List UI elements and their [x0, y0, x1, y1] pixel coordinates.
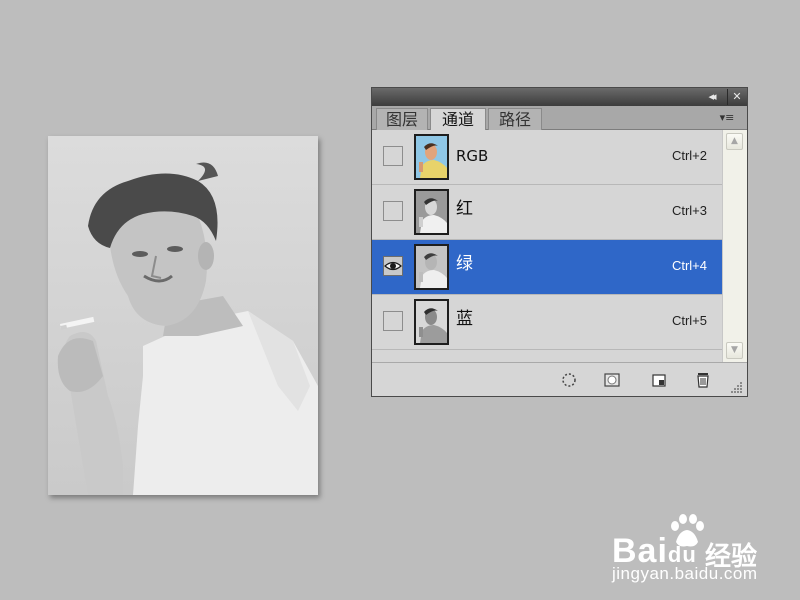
- resize-grip-icon[interactable]: [729, 380, 743, 394]
- tab-paths[interactable]: 路径: [488, 108, 542, 130]
- baidu-jingyan-watermark: Baidu 经验 jingyan.baidu.com: [612, 514, 792, 590]
- document-canvas-photo[interactable]: [48, 136, 318, 495]
- visibility-toggle-red[interactable]: [383, 201, 403, 221]
- channel-name: RGB: [456, 147, 489, 165]
- channel-shortcut: Ctrl+3: [671, 203, 707, 218]
- scroll-up-icon[interactable]: ▲: [726, 133, 743, 150]
- channel-name: 红: [456, 199, 473, 219]
- channels-panel: ◂◂ ✕ 图层 通道 路径 ▾≡ RGB Ctrl+2 红 Ctrl+3 绿 C…: [371, 87, 748, 397]
- panel-titlebar[interactable]: ◂◂ ✕: [372, 88, 747, 106]
- channel-shortcut: Ctrl+4: [671, 258, 707, 273]
- tab-channels[interactable]: 通道: [430, 108, 486, 131]
- visibility-toggle-green[interactable]: [383, 256, 403, 276]
- channel-thumbnail-green: [414, 244, 449, 290]
- channel-row-rgb[interactable]: RGB Ctrl+2: [372, 130, 722, 185]
- collapse-panel-icon[interactable]: ◂◂: [702, 89, 720, 105]
- channel-shortcut: Ctrl+5: [671, 313, 707, 328]
- tab-layers[interactable]: 图层: [376, 108, 428, 130]
- visibility-toggle-rgb[interactable]: [383, 146, 403, 166]
- panel-tab-bar: 图层 通道 路径 ▾≡: [372, 106, 747, 131]
- channel-thumbnail-red: [414, 189, 449, 235]
- channel-row-blue[interactable]: 蓝 Ctrl+5: [372, 295, 722, 350]
- panel-menu-icon[interactable]: ▾≡: [715, 110, 739, 126]
- panel-footer: [372, 362, 747, 396]
- photo-image: [48, 136, 318, 495]
- channel-name: 绿: [456, 254, 473, 274]
- channel-list-scrollbar[interactable]: ▲ ▼: [722, 130, 747, 362]
- close-panel-icon[interactable]: ✕: [727, 89, 746, 105]
- channel-row-green[interactable]: 绿 Ctrl+4: [372, 240, 722, 295]
- eye-icon: [384, 261, 402, 271]
- channel-thumbnail-blue: [414, 299, 449, 345]
- trash-icon[interactable]: [694, 371, 712, 389]
- save-selection-icon[interactable]: [603, 371, 621, 389]
- channel-shortcut: Ctrl+2: [671, 148, 707, 163]
- workspace: ◂◂ ✕ 图层 通道 路径 ▾≡ RGB Ctrl+2 红 Ctrl+3 绿 C…: [0, 0, 800, 600]
- channel-thumbnail-rgb: [414, 134, 449, 180]
- scroll-down-icon[interactable]: ▼: [726, 342, 743, 359]
- load-selection-icon[interactable]: [560, 371, 578, 389]
- watermark-url: jingyan.baidu.com: [612, 564, 758, 583]
- channel-row-red[interactable]: 红 Ctrl+3: [372, 185, 722, 240]
- channel-list: RGB Ctrl+2 红 Ctrl+3 绿 Ctrl+4 蓝 Ctrl+5: [372, 130, 722, 360]
- new-channel-icon[interactable]: [650, 371, 668, 389]
- visibility-toggle-blue[interactable]: [383, 311, 403, 331]
- channel-name: 蓝: [456, 309, 473, 329]
